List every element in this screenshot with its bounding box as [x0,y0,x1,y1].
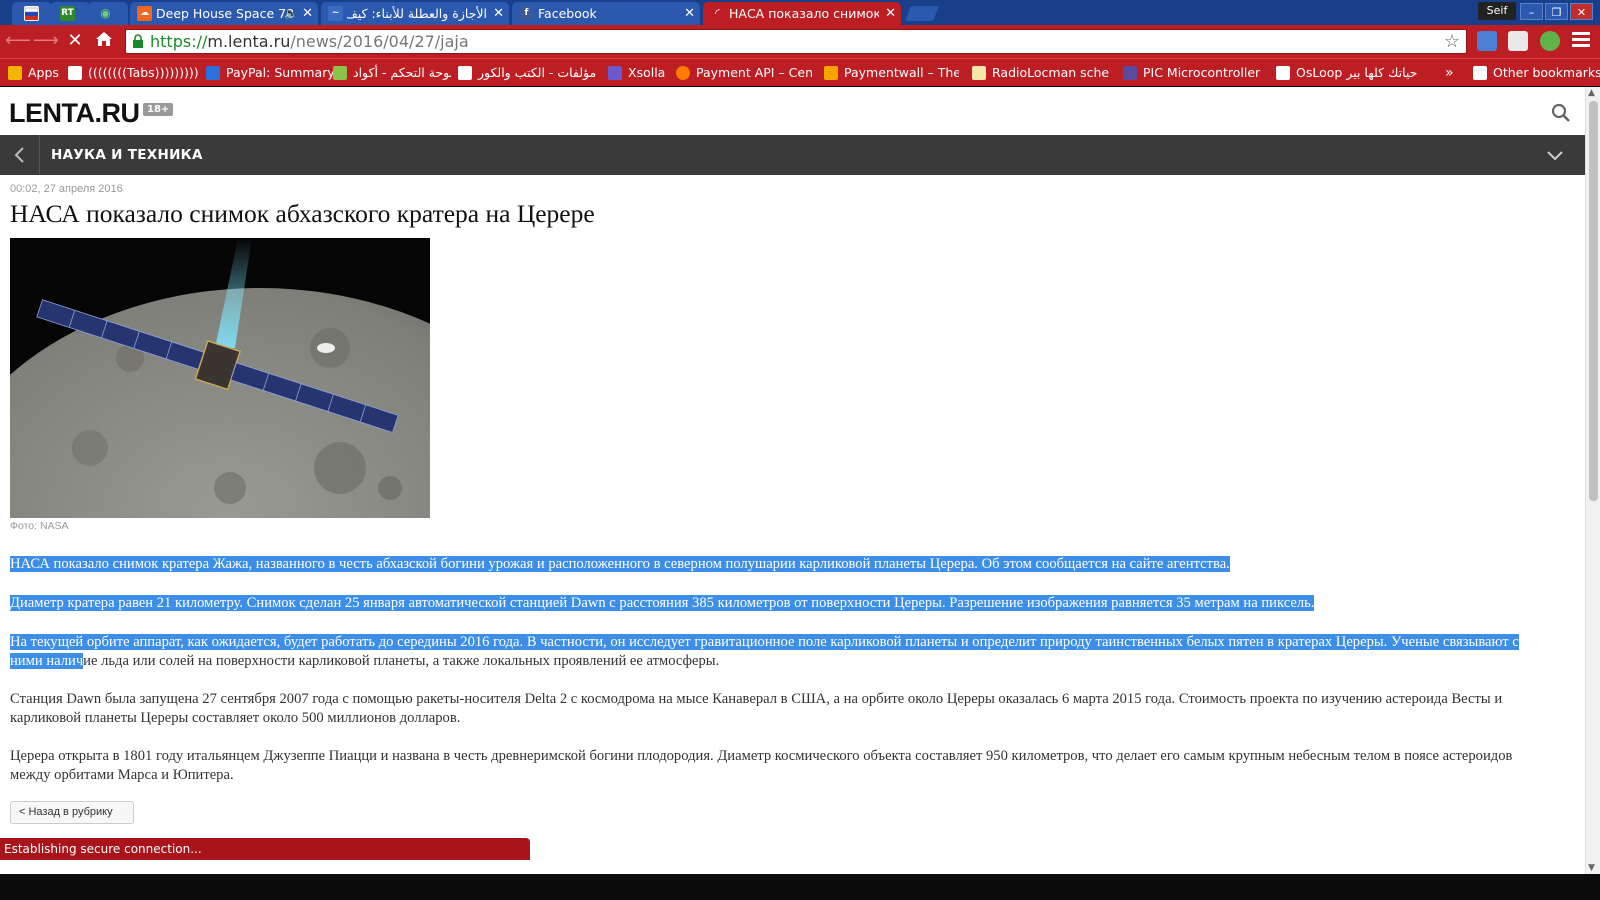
url-text: https://m.lenta.ru/news/2016/04/27/jaja [150,32,469,51]
bookmark-osloop[interactable]: OsLoop حياتك كلها بير [1276,63,1426,83]
address-bar[interactable]: https://m.lenta.ru/news/2016/04/27/jaja … [125,29,1467,54]
article-paragraph: НАСА показало снимок кратера Жажа, назва… [10,556,1230,572]
lenta-logo[interactable]: LENTA.RU [9,98,140,129]
article-paragraph: На текущей орбите аппарат, как ожидается… [10,634,1519,669]
taskbar-area [0,874,1600,900]
bookmark-pic-microcontroller[interactable]: PIC Microcontroller F [1123,63,1265,83]
status-bubble: Establishing secure connection... [0,838,530,860]
tab-deep-house[interactable]: ☁ Deep House Space 78 🔈 ✕ [130,2,318,25]
profile-button[interactable]: Seif [1478,2,1516,20]
bookmark-radiolocman[interactable]: RadioLocman schem [972,63,1109,83]
close-tab-icon[interactable]: ✕ [684,2,695,25]
article-paragraph: Церера открыта в 1801 году итальянцем Дж… [10,748,1513,783]
bookmark-payment-api[interactable]: Payment API – Centi [676,63,813,83]
tab-arabic-article[interactable]: ~ الأجازة والعطلة للأبناء: كيف ✕ [321,2,509,25]
other-bookmarks[interactable]: Other bookmarks [1473,63,1600,83]
forward-arrow-icon[interactable]: ⟶ [33,29,59,53]
scroll-down-icon[interactable]: ▼ [1588,863,1595,873]
paymentwall-icon [824,66,838,80]
lock-icon [133,34,143,48]
article-title: НАСА показало снимок абхазского кратера … [10,199,595,228]
article: 00:02, 27 апреля 2016 НАСА показало сним… [10,183,1570,824]
rubric-bar: НАУКА И ТЕХНИКА [0,135,1585,175]
rl-icon [972,66,986,80]
site-icon [676,66,690,80]
globe-extension-icon[interactable] [1540,31,1560,51]
close-tab-icon[interactable]: ✕ [885,2,896,25]
scroll-up-icon[interactable]: ▲ [1588,88,1595,98]
close-tab-icon[interactable]: ✕ [493,2,504,25]
paypal-icon [206,66,220,80]
translate-extension-icon[interactable] [1477,31,1497,51]
stop-loading-icon[interactable]: ✕ [63,29,87,53]
article-date: 00:02, 27 апреля 2016 [10,183,123,195]
bookmark-paymentwall[interactable]: Paymentwall – The e [824,63,959,83]
site-icon [333,66,347,80]
loading-spinner-icon: ◜ [715,6,720,20]
folder-icon [1473,66,1487,80]
home-icon[interactable] [92,29,116,53]
rt-icon: RT [60,6,75,21]
xsolla-icon [608,66,622,80]
page-scrollbar[interactable]: ▲ ▼ [1585,87,1600,874]
site-header: LENTA.RU 18+ [0,87,1585,135]
bookmark-xsolla[interactable]: Xsolla [608,63,665,83]
wifi-icon: ◉ [100,6,111,20]
chevron-left-icon [14,147,24,163]
bookmark-arabic-books[interactable]: مؤلفات - الكتب والكور [458,63,598,83]
facebook-icon: f [519,6,534,21]
chrome-menu-icon[interactable] [1572,32,1590,50]
rubric-title[interactable]: НАУКА И ТЕХНИКА [51,135,203,175]
close-tab-icon[interactable]: ✕ [302,2,313,25]
more-bookmarks-chevron-icon[interactable]: » [1445,63,1454,83]
extension-box-icon[interactable] [1508,31,1528,51]
bookmark-apps[interactable]: Apps [8,63,59,83]
apps-grid-icon [8,66,22,80]
tab-lenta-active[interactable]: ◜ НАСА показало снимок ✕ [703,2,901,25]
window-close-icon[interactable]: ✕ [1570,3,1593,20]
age-rating-badge: 18+ [143,103,174,116]
chevron-down-icon[interactable] [1545,145,1565,165]
tab-facebook[interactable]: f Facebook ✕ [512,2,700,25]
tab-pinned-2[interactable]: RT [50,2,90,25]
tab-pinned-3[interactable]: ◉ [88,2,128,25]
bookmark-arabic-codes[interactable]: لوحة التحكم - أكواد [333,63,451,83]
article-photo [10,238,430,518]
tab-pinned-1[interactable] [12,2,52,25]
bookmark-tabs-folder[interactable]: ((((((((Tabs))))))))) [68,63,199,83]
pic-icon [1123,66,1137,80]
soundcloud-icon: ☁ [137,6,152,21]
minimize-icon[interactable]: – [1520,3,1543,20]
photo-caption: Фото: NASA [10,520,69,532]
browser-toolbar: ⟵ ⟶ ✕ https://m.lenta.ru/news/2016/04/27… [0,25,1600,58]
bookmark-paypal[interactable]: PayPal: Summary [206,63,335,83]
tab-title: Deep House Space 78 [156,6,295,21]
search-icon[interactable] [1551,103,1571,123]
tab-strip: RT ◉ ☁ Deep House Space 78 🔈 ✕ ~ الأجازة… [0,0,1600,25]
scrollbar-thumb[interactable] [1589,101,1598,501]
audio-playing-icon[interactable]: 🔈 [284,2,298,25]
flag-icon [24,6,39,21]
folder-icon [68,66,82,80]
page-viewport: LENTA.RU 18+ НАУКА И ТЕХНИКА 00:02, 27 а… [0,87,1585,874]
tab-title: الأجازة والعطلة للأبناء: كيف [347,6,487,21]
speaker-icon [458,66,472,80]
bookmark-star-icon[interactable]: ☆ [1444,31,1460,52]
back-arrow-icon[interactable]: ⟵ [5,29,31,53]
back-to-rubric-button[interactable]: < Назад в рубрику [10,801,134,824]
article-paragraph: Станция Dawn была запущена 27 сентября 2… [10,691,1503,726]
site-icon: ~ [328,6,343,21]
restore-icon[interactable]: ❐ [1545,3,1568,20]
new-tab-button[interactable] [905,6,939,21]
article-paragraph: Диаметр кратера равен 21 километру. Сним… [10,595,1315,611]
osloop-icon [1276,66,1290,80]
bookmarks-bar: Apps ((((((((Tabs))))))))) PayPal: Summa… [0,58,1600,86]
tab-title: Facebook [538,6,597,21]
rubric-back-button[interactable] [0,135,40,175]
tab-title: НАСА показало снимок [729,6,879,21]
